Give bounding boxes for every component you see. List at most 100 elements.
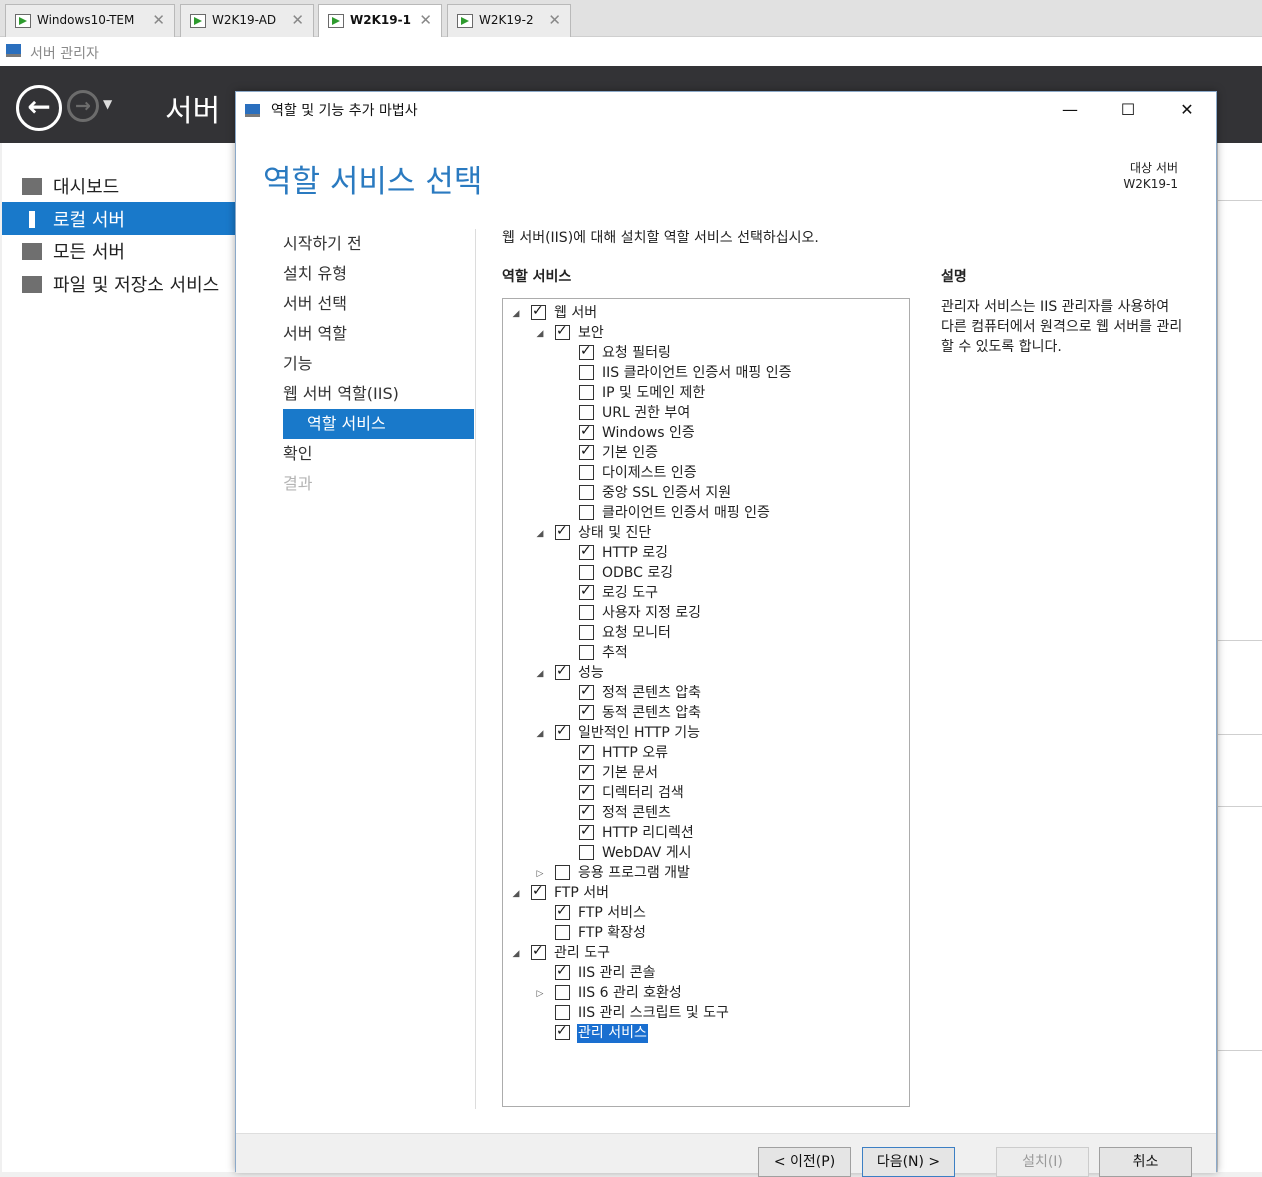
- tree-node[interactable]: 정적 콘텐츠: [503, 803, 909, 824]
- tree-node[interactable]: FTP 확장성: [503, 924, 909, 944]
- tree-node-checkbox[interactable]: [579, 645, 594, 660]
- tree-node[interactable]: 중앙 SSL 인증서 지원: [503, 484, 909, 504]
- tree-node[interactable]: 기본 인증: [503, 443, 909, 464]
- tree-node-checkbox[interactable]: [579, 683, 594, 700]
- step-confirmation[interactable]: 확인: [283, 439, 474, 469]
- collapsed-triangle-icon[interactable]: ▷: [535, 868, 545, 880]
- tree-node[interactable]: ◢ 성능: [503, 663, 909, 684]
- vm-tab-w2k19-2[interactable]: W2K19-2 ✕: [447, 4, 571, 37]
- vm-tab-windows10-tem[interactable]: Windows10-TEM ✕: [5, 4, 175, 37]
- tree-node-checkbox[interactable]: [579, 583, 594, 600]
- tree-node[interactable]: 클라이언트 인증서 매핑 인증: [503, 504, 909, 524]
- tree-node-label[interactable]: 클라이언트 인증서 매핑 인증: [601, 504, 771, 523]
- tree-node-label[interactable]: 디렉터리 검색: [601, 784, 685, 803]
- tree-node-label[interactable]: 다이제스트 인증: [601, 464, 698, 483]
- dialog-titlebar[interactable]: 역할 및 기능 추가 마법사 — ☐ ✕: [236, 92, 1216, 128]
- tree-node[interactable]: 동적 콘텐츠 압축: [503, 703, 909, 724]
- close-icon[interactable]: ✕: [152, 11, 165, 29]
- tree-node[interactable]: Windows 인증: [503, 423, 909, 444]
- tree-node[interactable]: ▷ IIS 6 관리 호환성: [503, 984, 909, 1004]
- tree-node-label[interactable]: 응용 프로그램 개발: [577, 864, 691, 883]
- maximize-icon[interactable]: ☐: [1105, 95, 1151, 125]
- tree-node-checkbox[interactable]: [555, 985, 570, 1000]
- tree-node-checkbox[interactable]: [555, 963, 570, 980]
- tree-node[interactable]: ▷ 응용 프로그램 개발: [503, 864, 909, 884]
- tree-node[interactable]: ◢ 일반적인 HTTP 기능: [503, 723, 909, 744]
- tree-node-label[interactable]: IIS 6 관리 호환성: [577, 984, 683, 1003]
- tree-node[interactable]: ◢ FTP 서버: [503, 883, 909, 904]
- tree-node-label[interactable]: FTP 서버: [553, 884, 610, 903]
- tree-node-label[interactable]: 관리 도구: [553, 944, 611, 963]
- tree-node-checkbox[interactable]: [579, 405, 594, 420]
- tree-node-label[interactable]: FTP 서비스: [577, 904, 647, 923]
- tree-node-label[interactable]: WebDAV 게시: [601, 844, 693, 863]
- tree-node-label[interactable]: IIS 클라이언트 인증서 매핑 인증: [601, 364, 793, 383]
- tree-node[interactable]: WebDAV 게시: [503, 844, 909, 864]
- collapsed-triangle-icon[interactable]: ▷: [535, 988, 545, 1000]
- tree-node-checkbox[interactable]: [555, 663, 570, 680]
- tree-node[interactable]: 로깅 도구: [503, 583, 909, 604]
- tree-node-label[interactable]: 요청 모니터: [601, 624, 672, 643]
- tree-node-label[interactable]: HTTP 로깅: [601, 544, 669, 563]
- tree-node-checkbox[interactable]: [579, 605, 594, 620]
- tree-node-label[interactable]: 일반적인 HTTP 기능: [577, 724, 701, 743]
- tree-node-checkbox[interactable]: [555, 1023, 570, 1040]
- back-arrow-icon[interactable]: ←: [16, 85, 62, 131]
- tree-node-checkbox[interactable]: [531, 303, 546, 320]
- role-services-tree[interactable]: ◢ 웹 서버 ◢ 보안요청 필터링IIS 클라이언트 인증서 매핑 인증IP 및 도메…: [502, 298, 910, 1107]
- tree-node-label[interactable]: 상태 및 진단: [577, 524, 652, 543]
- tree-node-checkbox[interactable]: [579, 385, 594, 400]
- tree-node[interactable]: ◢ 웹 서버: [503, 303, 909, 324]
- tree-node-checkbox[interactable]: [579, 625, 594, 640]
- tree-node-label[interactable]: IP 및 도메인 제한: [601, 384, 706, 403]
- tree-node-label[interactable]: 중앙 SSL 인증서 지원: [601, 484, 732, 503]
- expanded-triangle-icon[interactable]: ◢: [511, 948, 521, 960]
- tree-node-label[interactable]: 기본 문서: [601, 764, 659, 783]
- tree-node-label[interactable]: 웹 서버: [553, 304, 598, 323]
- tree-node-checkbox[interactable]: [579, 365, 594, 380]
- tree-node[interactable]: HTTP 로깅: [503, 543, 909, 564]
- tree-node-label[interactable]: 사용자 지정 로깅: [601, 604, 702, 623]
- tree-node-label[interactable]: ODBC 로깅: [601, 564, 674, 583]
- tree-node-label[interactable]: URL 권한 부여: [601, 404, 691, 423]
- tree-node[interactable]: FTP 서비스: [503, 903, 909, 924]
- tree-node-checkbox[interactable]: [579, 803, 594, 820]
- step-role-services[interactable]: 역할 서비스: [283, 409, 474, 439]
- tree-node[interactable]: 사용자 지정 로깅: [503, 604, 909, 624]
- tree-node[interactable]: ◢ 상태 및 진단: [503, 523, 909, 544]
- tree-node-checkbox[interactable]: [579, 783, 594, 800]
- tree-node-checkbox[interactable]: [555, 925, 570, 940]
- tree-node[interactable]: 디렉터리 검색: [503, 783, 909, 804]
- tree-node-checkbox[interactable]: [579, 423, 594, 440]
- nav-item-all-servers[interactable]: 모든 서버: [2, 234, 235, 267]
- expanded-triangle-icon[interactable]: ◢: [511, 308, 521, 320]
- forward-arrow-icon[interactable]: →: [67, 90, 99, 122]
- step-installation-type[interactable]: 설치 유형: [283, 259, 474, 289]
- expanded-triangle-icon[interactable]: ◢: [511, 888, 521, 900]
- step-server-roles[interactable]: 서버 역할: [283, 319, 474, 349]
- step-before-you-begin[interactable]: 시작하기 전: [283, 229, 474, 259]
- close-icon[interactable]: ✕: [419, 11, 432, 29]
- tree-node-label[interactable]: 요청 필터링: [601, 344, 672, 363]
- tree-node-label[interactable]: 동적 콘텐츠 압축: [601, 704, 702, 723]
- tree-node-checkbox[interactable]: [555, 523, 570, 540]
- tree-node[interactable]: 다이제스트 인증: [503, 464, 909, 484]
- tree-node-checkbox[interactable]: [555, 323, 570, 340]
- tree-node-label[interactable]: 추적: [601, 644, 629, 663]
- tree-node-checkbox[interactable]: [555, 865, 570, 880]
- vm-tab-w2k19-ad[interactable]: W2K19-AD ✕: [180, 4, 314, 37]
- tree-node-checkbox[interactable]: [579, 505, 594, 520]
- expanded-triangle-icon[interactable]: ◢: [535, 528, 545, 540]
- tree-node[interactable]: ◢ 보안: [503, 323, 909, 344]
- tree-node[interactable]: ◢ 관리 도구: [503, 943, 909, 964]
- tree-node-checkbox[interactable]: [579, 763, 594, 780]
- tree-node[interactable]: 정적 콘텐츠 압축: [503, 683, 909, 704]
- tree-node[interactable]: IIS 관리 콘솔: [503, 963, 909, 984]
- tree-node[interactable]: IIS 클라이언트 인증서 매핑 인증: [503, 364, 909, 384]
- history-dropdown-icon[interactable]: ▼: [103, 97, 112, 111]
- tree-node[interactable]: 기본 문서: [503, 763, 909, 784]
- tree-node[interactable]: 추적: [503, 644, 909, 664]
- tree-node[interactable]: HTTP 리디렉션: [503, 823, 909, 844]
- tree-node-label[interactable]: 로깅 도구: [601, 584, 659, 603]
- tree-node-label[interactable]: FTP 확장성: [577, 924, 647, 943]
